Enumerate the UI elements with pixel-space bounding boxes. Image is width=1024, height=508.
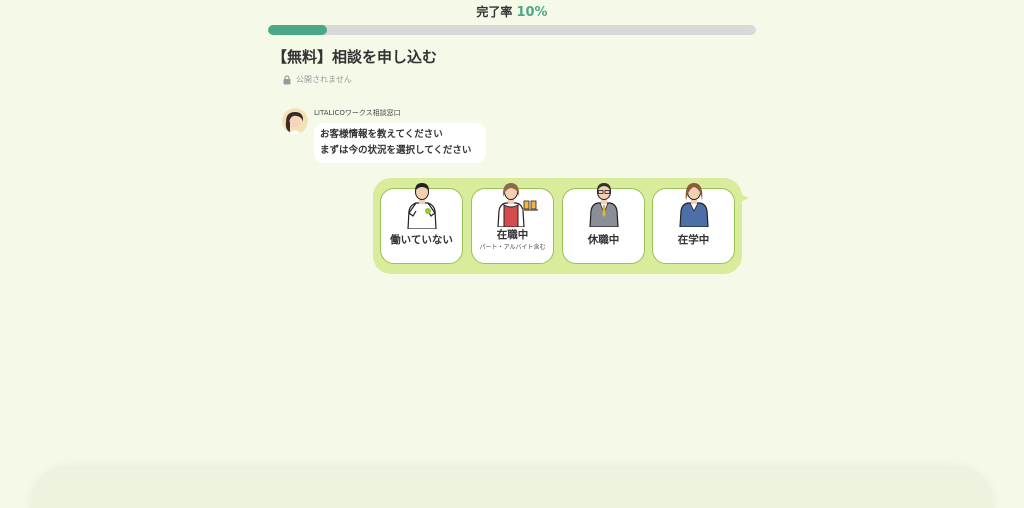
person-student-icon [678,183,709,227]
avatar [282,108,308,134]
choice-sublabel: パート・アルバイト含む [479,244,546,251]
progress-fill [268,25,327,35]
choice-label: 働いていない [390,234,453,246]
privacy-note: 公開されません [282,74,352,85]
choices-panel-tail [740,194,749,202]
progress-label: 完了率 10% [268,0,756,25]
lock-icon [283,74,291,84]
person-suit-icon [588,183,619,227]
choice-employed[interactable]: 在職中 パート・アルバイト含む [471,183,554,264]
sender-name: LITALICOワークス相談窓口 [314,109,401,117]
chat-message-line-2: まずは今の状況を選択してください [320,145,472,156]
progress-label-text: 完了率 [476,5,513,19]
choice-label: 在職中 [496,229,529,241]
person-waiter-icon [496,183,538,227]
person-tshirt-icon [406,183,437,229]
choice-label: 休職中 [587,234,620,246]
progress-section: 完了率 10% [268,0,756,35]
advisor-avatar-icon [282,108,308,134]
progress-percent: 10% [516,5,548,20]
choice-on-leave[interactable]: 休職中 [562,183,645,264]
page-title: 【無料】相談を申し込む [272,48,438,66]
progress-track [268,25,756,35]
chat-message-line-1: お客様情報を教えてください [320,129,443,140]
footer-panel [30,468,994,508]
choice-not-working[interactable]: 働いていない [380,183,463,264]
privacy-note-text: 公開されません [296,75,352,84]
choice-label: 在学中 [677,234,710,246]
choice-student[interactable]: 在学中 [652,183,735,264]
chat-bubble: お客様情報を教えてください まずは今の状況を選択してください [314,123,486,163]
